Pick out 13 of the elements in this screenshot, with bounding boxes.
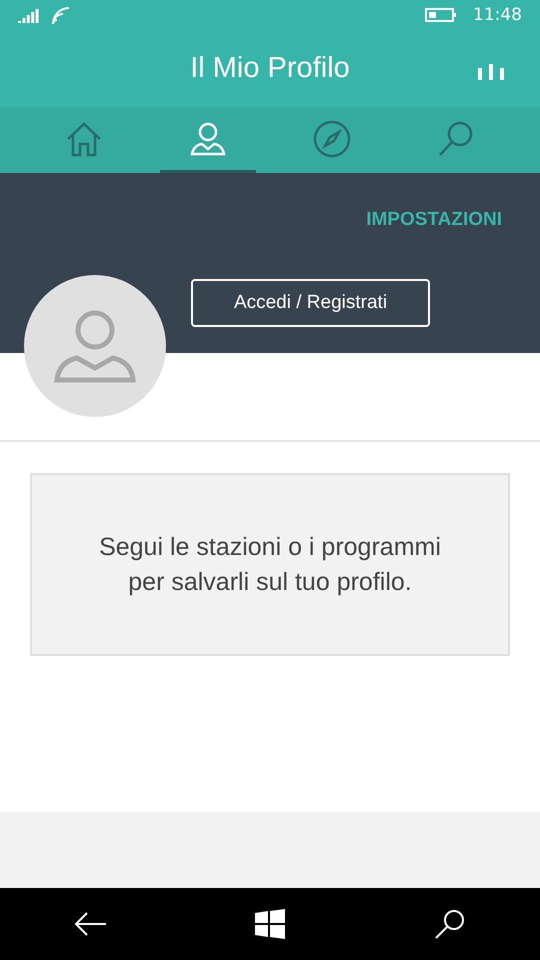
battery-icon [425,7,457,24]
settings-link[interactable]: IMPOSTAZIONI [366,209,502,231]
empty-state-message: Segui le stazioni o i programmi per salvarli sul tuo profilo. [98,532,442,598]
page-title: Il Mio Profilo [190,52,350,85]
back-arrow-icon [73,911,107,937]
login-button[interactable]: Accedi / Registrati [191,279,430,327]
signal-icon [18,7,40,23]
compass-icon [312,118,352,158]
person-icon [53,308,137,384]
search-icon [434,908,466,940]
wifi-icon [50,5,72,25]
windows-icon [255,909,285,939]
clock-time: 11:48 [473,5,522,25]
